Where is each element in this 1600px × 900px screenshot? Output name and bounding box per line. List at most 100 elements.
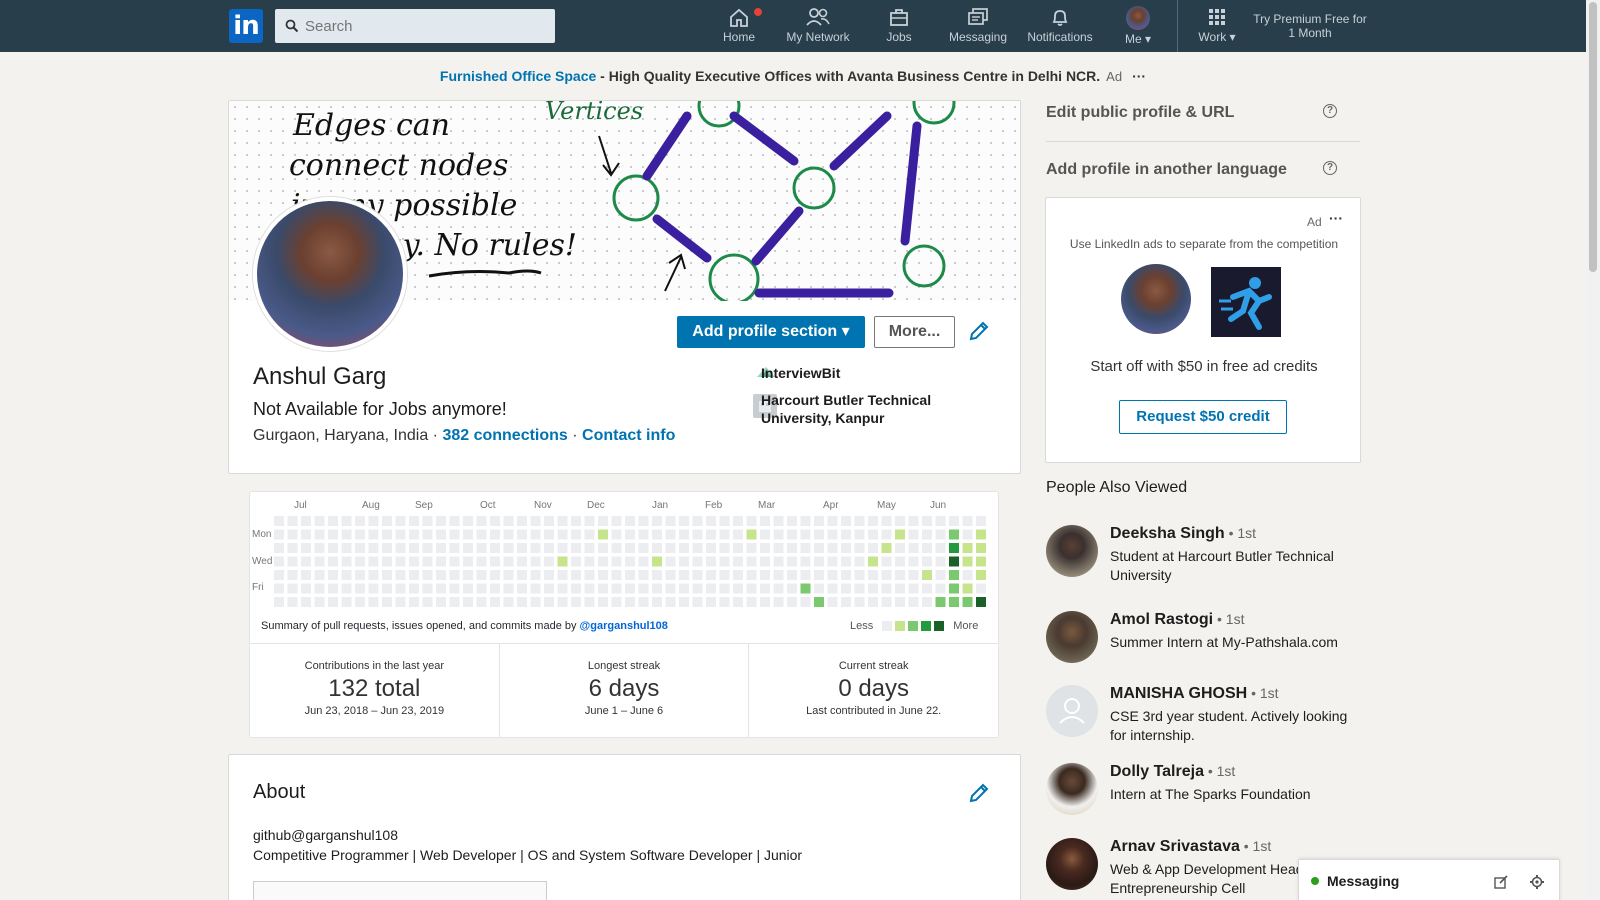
- people-also-viewed-item[interactable]: Deeksha Singh • 1st Student at Harcourt …: [1046, 525, 1366, 583]
- contribution-day-cell: [733, 597, 743, 607]
- nav-home[interactable]: Home: [716, 6, 764, 44]
- contribution-day-cell: [490, 543, 500, 553]
- about-media-thumbnail[interactable]: [253, 881, 547, 900]
- edit-pencil-icon[interactable]: [967, 781, 991, 805]
- contribution-day-cell: [409, 516, 419, 526]
- ad-menu-icon[interactable]: ···: [1329, 210, 1343, 226]
- contribution-day-cell: [490, 529, 500, 540]
- contribution-day-cell: [746, 516, 757, 526]
- profile-photo[interactable]: [253, 197, 407, 351]
- person-degree: • 1st: [1247, 685, 1279, 701]
- compose-icon[interactable]: [1493, 874, 1509, 890]
- sidebar-ad-card: Ad ··· Use LinkedIn ads to separate from…: [1045, 197, 1361, 463]
- contribution-day-cell: [935, 570, 946, 580]
- connections-link[interactable]: 382 connections: [442, 427, 567, 444]
- contribution-day-cell: [895, 556, 905, 567]
- help-icon[interactable]: ?: [1323, 104, 1337, 118]
- contribution-day-cell: [476, 516, 487, 526]
- people-also-viewed-item[interactable]: Dolly Talreja • 1st Intern at The Sparks…: [1046, 763, 1366, 817]
- more-button[interactable]: More...: [874, 316, 955, 348]
- contribution-day-cell: [976, 556, 986, 567]
- contribution-day-cell: [368, 516, 379, 526]
- contribution-day-cell: [328, 570, 338, 580]
- try-premium-link[interactable]: Try Premium Free for 1 Month: [1250, 12, 1370, 40]
- contribution-day-cell: [733, 516, 743, 526]
- ad-banner-text[interactable]: High Quality Executive Offices with Avan…: [609, 68, 1100, 84]
- contribution-day-cell: [355, 583, 365, 594]
- github-handle-link[interactable]: @garganshul108: [580, 620, 668, 632]
- contribution-day-cell: [530, 556, 541, 567]
- contribution-legend: Less More: [850, 620, 978, 632]
- edit-public-profile-link[interactable]: Edit public profile & URL: [1046, 104, 1234, 122]
- stat-title: Longest streak: [587, 660, 661, 672]
- search-input[interactable]: [305, 17, 545, 35]
- contribution-day-cell: [773, 529, 784, 540]
- contribution-day-cell: [760, 583, 770, 594]
- contribution-day-cell: [544, 556, 554, 567]
- contribution-day-cell: [463, 529, 473, 540]
- contribution-day-cell: [274, 543, 284, 553]
- edit-pencil-icon[interactable]: [967, 319, 991, 343]
- contact-info-link[interactable]: Contact info: [582, 427, 675, 444]
- legend-swatch: [895, 621, 906, 631]
- nav-me[interactable]: Me ▾: [1118, 6, 1158, 46]
- request-credit-button[interactable]: Request $50 credit: [1119, 400, 1287, 434]
- contribution-day-cell: [382, 516, 392, 526]
- contribution-day-cell: [841, 583, 851, 594]
- add-language-profile-link[interactable]: Add profile in another language: [1046, 161, 1287, 179]
- ad-offer-text: Start off with $50 in free ad credits: [1090, 358, 1318, 375]
- contribution-day-cell: [827, 516, 838, 526]
- nav-network-label: My Network: [786, 30, 850, 44]
- help-icon[interactable]: ?: [1323, 161, 1337, 175]
- contribution-day-cell: [841, 516, 851, 526]
- contribution-day-cell: [881, 556, 892, 567]
- person-avatar: [1046, 838, 1098, 890]
- people-also-viewed-item[interactable]: MANISHA GHOSH • 1st CSE 3rd year student…: [1046, 685, 1366, 745]
- nav-jobs[interactable]: Jobs: [876, 6, 922, 44]
- messaging-label: Messaging: [1327, 873, 1400, 889]
- network-icon: [806, 8, 830, 26]
- contribution-day-cell: [719, 556, 730, 567]
- contribution-day-cell: [341, 516, 352, 526]
- nav-notifications[interactable]: Notifications: [1022, 6, 1098, 44]
- nav-work[interactable]: Work ▾: [1192, 6, 1242, 44]
- ad-menu-icon[interactable]: ···: [1132, 68, 1146, 84]
- contribution-day-cell: [274, 583, 284, 594]
- search-box[interactable]: [275, 9, 555, 43]
- contribution-day-cell: [490, 556, 500, 567]
- ad-banner-link[interactable]: Furnished Office Space: [440, 68, 596, 84]
- search-icon: [285, 19, 299, 33]
- people-also-viewed-item[interactable]: Amol Rastogi • 1st Summer Intern at My-P…: [1046, 611, 1366, 669]
- linkedin-logo[interactable]: in: [229, 9, 263, 43]
- contribution-day-cell: [530, 597, 541, 607]
- page-scrollbar[interactable]: [1586, 0, 1600, 900]
- contribution-day-cell: [949, 583, 959, 594]
- contribution-day-cell: [611, 529, 622, 540]
- contribution-day-cell: [463, 597, 473, 607]
- contribution-day-cell: [746, 570, 757, 580]
- school-name[interactable]: Harcourt Butler Technical University, Ka…: [761, 391, 971, 427]
- contribution-day-cell: [922, 516, 932, 526]
- stat-title: Contributions in the last year: [304, 660, 445, 672]
- stat-value: 0 days: [838, 675, 910, 702]
- nav-work-label: Work: [1198, 30, 1227, 44]
- contribution-day-cell: [341, 529, 352, 540]
- contribution-day-cell: [557, 516, 568, 526]
- contribution-day-cell: [422, 570, 433, 580]
- top-nav: in Home My Network Jobs Messaging Notifi…: [0, 0, 1586, 52]
- contribution-day-cell: [760, 570, 770, 580]
- nav-my-network[interactable]: My Network: [778, 6, 858, 44]
- contribution-day-cell: [503, 529, 514, 540]
- current-company[interactable]: InterviewBit: [761, 364, 840, 382]
- person-avatar: [1046, 763, 1098, 815]
- contribution-day-cell: [490, 583, 500, 594]
- scrollbar-thumb[interactable]: [1589, 2, 1597, 272]
- settings-gear-icon[interactable]: [1529, 874, 1545, 890]
- messaging-bar[interactable]: Messaging: [1298, 859, 1560, 900]
- nav-messaging[interactable]: Messaging: [946, 6, 1010, 44]
- contribution-day-cell: [328, 597, 338, 607]
- add-profile-section-button[interactable]: Add profile section ▾: [677, 316, 865, 348]
- about-title: About: [253, 781, 306, 803]
- contribution-day-cell: [625, 529, 635, 540]
- legend-swatch: [882, 621, 893, 631]
